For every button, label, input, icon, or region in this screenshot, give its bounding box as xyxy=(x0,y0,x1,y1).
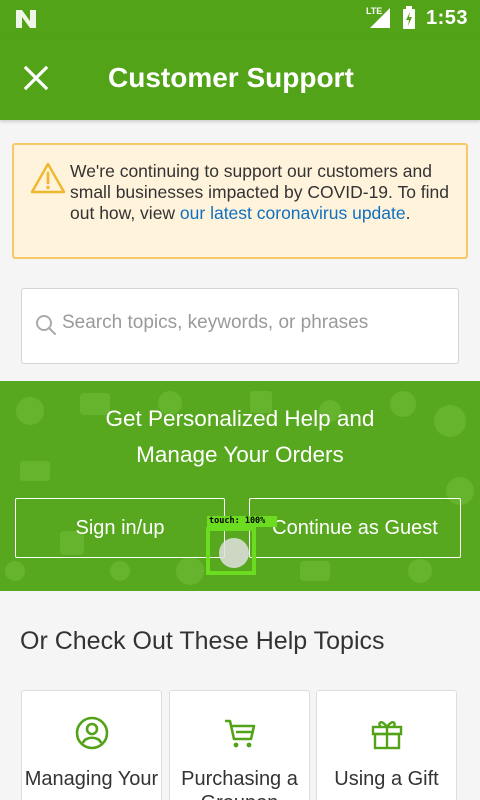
account-icon xyxy=(75,716,108,750)
coronavirus-update-link[interactable]: our latest coronavirus update xyxy=(180,203,406,223)
heading-line-2: Manage Your Orders xyxy=(136,442,344,467)
notice-text: We're continuing to support our customer… xyxy=(70,161,450,224)
search-box[interactable] xyxy=(21,288,459,364)
touch-point xyxy=(219,538,249,568)
signal-icon: LTE xyxy=(366,6,392,30)
search-icon xyxy=(36,315,56,335)
touch-indicator-label: touch: 100% xyxy=(207,516,277,527)
warning-icon xyxy=(30,162,66,194)
topic-card-gift[interactable]: Using a Gift xyxy=(316,690,457,800)
topic-card-label: Purchasing a Groupon xyxy=(181,768,298,800)
topic-card-label: Managing Your xyxy=(24,768,159,790)
page-title: Customer Support xyxy=(108,62,354,93)
android-n-icon xyxy=(16,10,36,28)
heading-line-1: Get Personalized Help and xyxy=(105,406,375,431)
help-topics-heading: Or Check Out These Help Topics xyxy=(20,627,385,655)
search-input[interactable] xyxy=(62,307,442,339)
cart-icon xyxy=(224,719,255,748)
status-bar: LTE 1:53 xyxy=(0,0,480,36)
continue-as-guest-button[interactable]: Continue as Guest xyxy=(249,498,461,558)
covid-notice: We're continuing to support our customer… xyxy=(12,143,468,259)
close-icon[interactable] xyxy=(22,64,50,92)
topic-card-managing-account[interactable]: Managing Your xyxy=(21,690,162,800)
sign-in-button[interactable]: Sign in/up xyxy=(15,498,225,558)
help-topics-section: Or Check Out These Help Topics Managing … xyxy=(0,591,480,800)
battery-icon xyxy=(402,6,415,29)
app-toolbar: Customer Support xyxy=(0,36,480,120)
clock: 1:53 xyxy=(425,6,468,29)
topic-card-label: Using a Gift xyxy=(334,768,439,790)
notice-text-end: . xyxy=(405,203,411,223)
gift-icon xyxy=(371,721,402,750)
topic-card-purchasing[interactable]: Purchasing a Groupon xyxy=(169,690,310,800)
personalized-help-heading: Get Personalized Help and Manage Your Or… xyxy=(0,401,480,473)
